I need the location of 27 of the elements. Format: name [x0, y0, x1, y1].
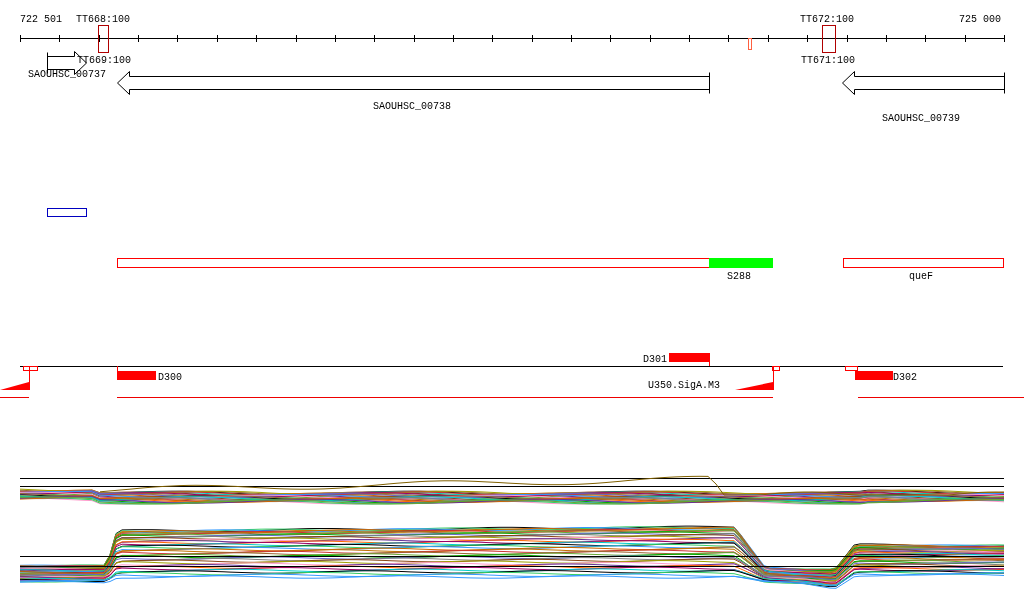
terminator-label: TT671:100 — [801, 55, 855, 66]
end-coordinate: 725 000 — [959, 14, 1001, 25]
promoter-block — [669, 353, 709, 362]
gene-label: SAOUHSC_00739 — [882, 113, 960, 124]
promoter-label: D300 — [158, 372, 182, 383]
terminator-label: TT672:100 — [800, 14, 854, 25]
promoter-block — [855, 371, 893, 380]
site-label: U350.SigA.M3 — [648, 380, 720, 391]
coverage-line — [0, 397, 30, 398]
boundary-marker — [772, 366, 780, 371]
start-coordinate: 722 501 — [20, 14, 62, 25]
terminator-label: TT669:100 — [77, 55, 131, 66]
boundary-marker — [845, 366, 858, 371]
promoter-label: D301 — [643, 354, 667, 365]
promoter-label: D302 — [893, 372, 917, 383]
segment-label: S288 — [727, 271, 751, 282]
terminator-marker — [822, 25, 836, 53]
gene-label: SAOUHSC_00737 — [28, 69, 106, 80]
terminator-marker — [98, 25, 109, 53]
gene-label: SAOUHSC_00738 — [373, 101, 451, 112]
ramp-marker — [0, 366, 30, 390]
ramp-marker — [735, 366, 774, 390]
site-marker — [748, 38, 752, 50]
terminator-label: TT668:100 — [76, 14, 130, 25]
segment-label: queF — [909, 271, 933, 282]
boundary-marker — [23, 366, 38, 371]
region-marker — [47, 208, 87, 217]
